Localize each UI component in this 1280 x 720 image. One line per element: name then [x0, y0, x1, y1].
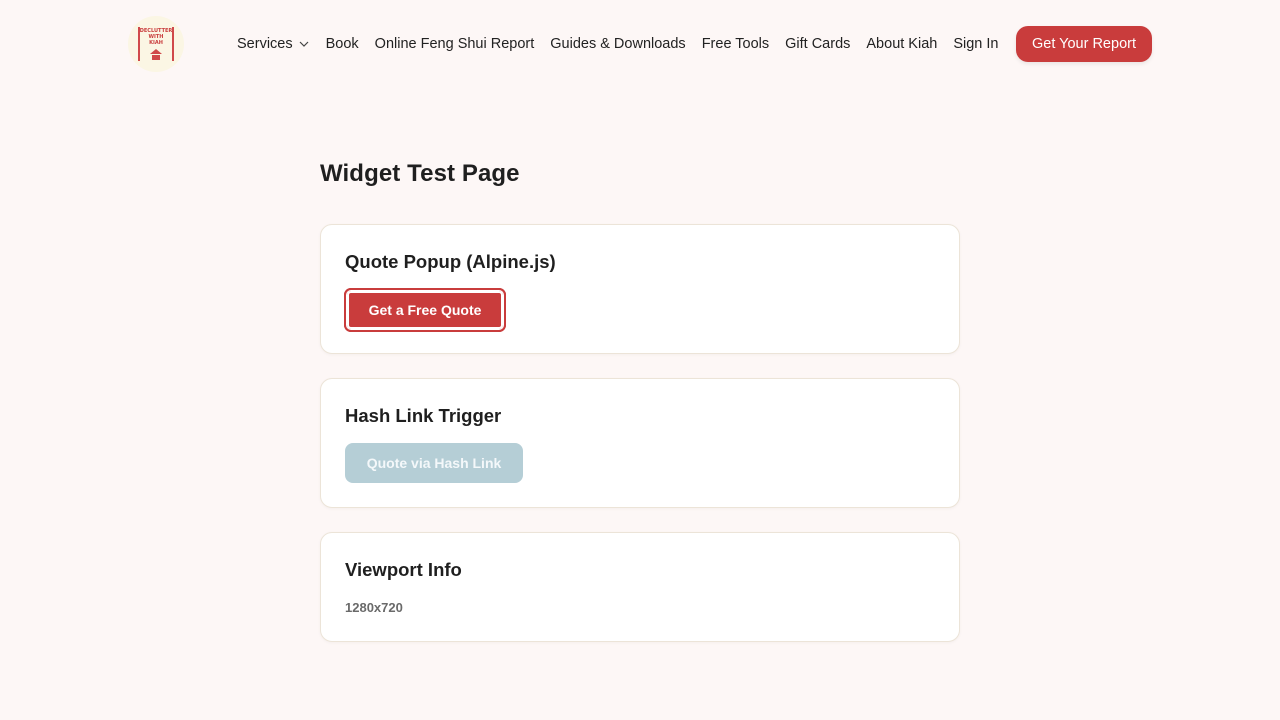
- house-icon-body: [152, 54, 160, 60]
- main-nav: Services Book Online Feng Shui Report Gu…: [237, 26, 1015, 62]
- get-your-report-button[interactable]: Get Your Report: [1016, 26, 1152, 62]
- hash-link-card: Hash Link Trigger Quote via Hash Link: [320, 378, 960, 508]
- quote-popup-card: Quote Popup (Alpine.js) Get a Free Quote: [320, 224, 960, 354]
- viewport-size-value: 1280x720: [345, 600, 403, 615]
- site-header: DECLUTTER WITH KIAH Services Book Online…: [0, 0, 1280, 88]
- logo-text-line3: KIAH: [149, 39, 163, 46]
- quote-via-hash-link-button[interactable]: Quote via Hash Link: [345, 443, 523, 483]
- nav-item-about-kiah[interactable]: About Kiah: [866, 36, 937, 52]
- get-free-quote-button[interactable]: Get a Free Quote: [344, 288, 506, 332]
- logo-text-line2: WITH: [148, 33, 164, 40]
- viewport-info-card: Viewport Info 1280x720: [320, 532, 960, 642]
- nav-item-services[interactable]: Services: [237, 36, 310, 52]
- site-logo[interactable]: DECLUTTER WITH KIAH: [128, 16, 184, 72]
- nav-item-sign-in[interactable]: Sign In: [953, 36, 998, 52]
- card-title: Viewport Info: [345, 559, 462, 580]
- card-title: Hash Link Trigger: [345, 405, 502, 426]
- nav-item-label: Services: [237, 36, 293, 52]
- nav-item-guides-downloads[interactable]: Guides & Downloads: [550, 36, 685, 52]
- logo-badge: DECLUTTER WITH KIAH: [138, 27, 174, 61]
- nav-item-book[interactable]: Book: [326, 36, 359, 52]
- page-title: Widget Test Page: [320, 160, 520, 187]
- logo-text-line1: DECLUTTER: [139, 27, 173, 34]
- nav-item-gift-cards[interactable]: Gift Cards: [785, 36, 850, 52]
- nav-item-free-tools[interactable]: Free Tools: [702, 36, 769, 52]
- chevron-down-icon: [299, 41, 309, 47]
- card-title: Quote Popup (Alpine.js): [345, 251, 556, 272]
- nav-item-online-feng-shui-report[interactable]: Online Feng Shui Report: [375, 36, 535, 52]
- house-icon: [150, 48, 162, 54]
